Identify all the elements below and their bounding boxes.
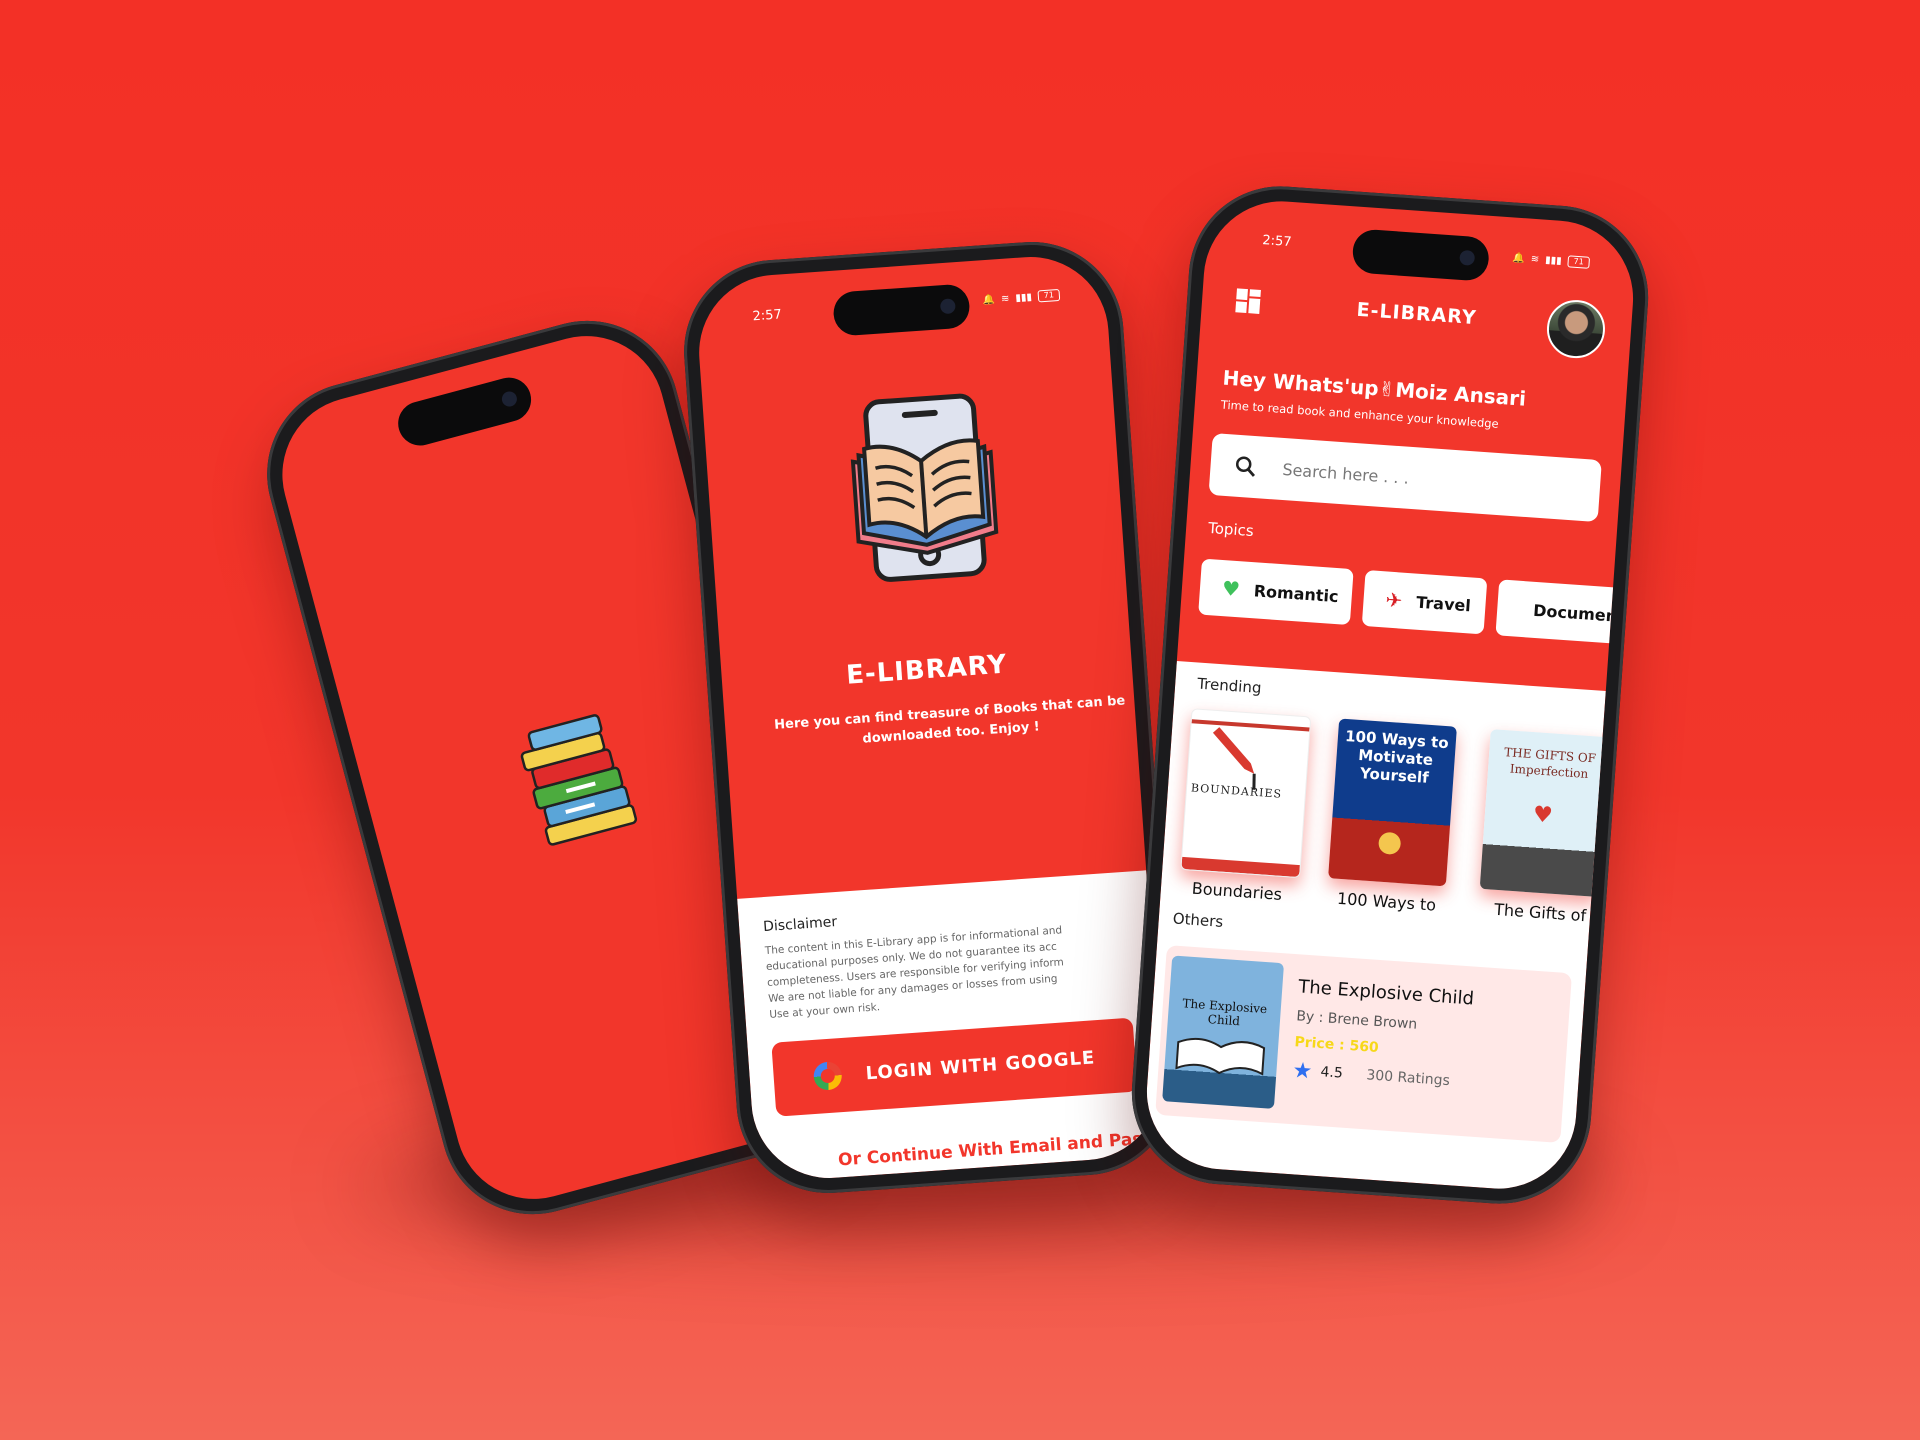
featured-price: Price : 560 [1293, 1034, 1380, 1057]
topic-label: Documentar [1532, 600, 1639, 627]
battery-icon: 71 [1567, 255, 1591, 269]
topics-label: Topics [1207, 518, 1255, 541]
heart-icon: ♥ [1221, 576, 1241, 602]
status-time: 2:57 [1261, 232, 1293, 250]
status-time: 2:57 [752, 306, 783, 324]
search-bar[interactable]: Search here . . . [1208, 433, 1602, 523]
globe-icon [1518, 598, 1521, 619]
topic-chip-romantic[interactable]: ♥ Romantic [1198, 558, 1354, 626]
search-icon [1235, 456, 1256, 477]
trending-book-title: 100 Ways to [1336, 888, 1437, 915]
open-book-icon [1175, 1037, 1266, 1076]
dynamic-island [393, 372, 537, 451]
content-panel: Trending BOUNDARIES Boundaries 100 Ways … [1141, 661, 1609, 1194]
trending-book-title: Boundaries [1191, 878, 1283, 904]
featured-ratings-count: 300 Ratings [1365, 1067, 1451, 1090]
status-icons: 🔔 ≋ ▮▮▮ 71 [982, 288, 1061, 306]
search-input[interactable]: Search here . . . [1282, 459, 1410, 487]
topic-chip-travel[interactable]: ✈ Travel [1361, 569, 1488, 635]
cover-title: 100 Ways to Motivate Yourself [1344, 726, 1450, 787]
trending-book-cover[interactable]: THE GIFTS OF Imperfection ♥ [1479, 729, 1609, 897]
signal-icon: ▮▮▮ [1015, 291, 1033, 304]
featured-book-cover: The Explosive Child [1162, 955, 1285, 1109]
home-screen: 2:57 🔔 ≋ ▮▮▮ 71 E-LIBRARY Hey Whats'up✌M… [1141, 196, 1639, 1194]
disclaimer-text: The content in this E-Library app is for… [764, 916, 1155, 1023]
login-panel: Disclaimer The content in this E-Library… [737, 870, 1167, 1184]
heart-icon: ♥ [1532, 802, 1554, 829]
login-screen: 2:57 🔔 ≋ ▮▮▮ 71 E-LIBRARY Here you can f… [693, 251, 1167, 1184]
star-icon: ★ [1291, 1058, 1314, 1085]
home-phone: 2:57 🔔 ≋ ▮▮▮ 71 E-LIBRARY Hey Whats'up✌M… [1125, 180, 1655, 1210]
login-tagline: Here you can find treasure of Books that… [765, 691, 1137, 757]
others-label: Others [1172, 909, 1224, 931]
email-login-link[interactable]: Or Continue With Email and Pas [815, 1128, 1166, 1172]
wifi-icon: ≋ [1000, 292, 1010, 305]
bell-icon: 🔔 [1512, 251, 1526, 264]
bell-icon: 🔔 [982, 293, 996, 306]
plane-icon: ✈ [1384, 587, 1404, 613]
google-button-label: LOGIN WITH GOOGLE [864, 1046, 1096, 1084]
featured-rating: 4.5 [1319, 1064, 1344, 1082]
login-phone: 2:57 🔔 ≋ ▮▮▮ 71 E-LIBRARY Here you can f… [677, 235, 1183, 1200]
books-stack-icon [520, 714, 638, 846]
pencil-icon [1212, 727, 1256, 791]
wifi-icon: ≋ [1530, 253, 1540, 265]
cover-title: BOUNDARIES [1190, 781, 1283, 801]
status-icons: 🔔 ≋ ▮▮▮ 71 [1512, 251, 1591, 269]
avatar[interactable] [1545, 298, 1607, 361]
battery-icon: 71 [1037, 288, 1061, 303]
topic-chip-documentary[interactable]: Documentar [1495, 579, 1639, 647]
topic-label: Romantic [1253, 580, 1340, 606]
trending-book-title: The Gifts of [1493, 899, 1587, 926]
login-title: E-LIBRARY [845, 649, 1009, 691]
ebook-logo-icon [850, 393, 999, 582]
disclaimer-title: Disclaimer [762, 914, 838, 936]
featured-author: By : Brene Brown [1295, 1008, 1418, 1033]
google-icon [812, 1061, 843, 1091]
featured-book-card[interactable]: The Explosive Child The Explosive Child … [1155, 945, 1573, 1143]
topic-label: Travel [1415, 592, 1472, 615]
cover-title: The Explosive Child [1182, 996, 1268, 1029]
featured-title: The Explosive Child [1297, 976, 1475, 1010]
trending-book-cover[interactable]: 100 Ways to Motivate Yourself [1328, 718, 1457, 887]
signal-icon: ▮▮▮ [1544, 254, 1563, 267]
trending-book-cover[interactable]: BOUNDARIES [1180, 708, 1312, 879]
cover-title: THE GIFTS OF Imperfection [1503, 745, 1597, 782]
trending-label: Trending [1196, 674, 1263, 697]
login-google-button[interactable]: LOGIN WITH GOOGLE [771, 1017, 1138, 1117]
